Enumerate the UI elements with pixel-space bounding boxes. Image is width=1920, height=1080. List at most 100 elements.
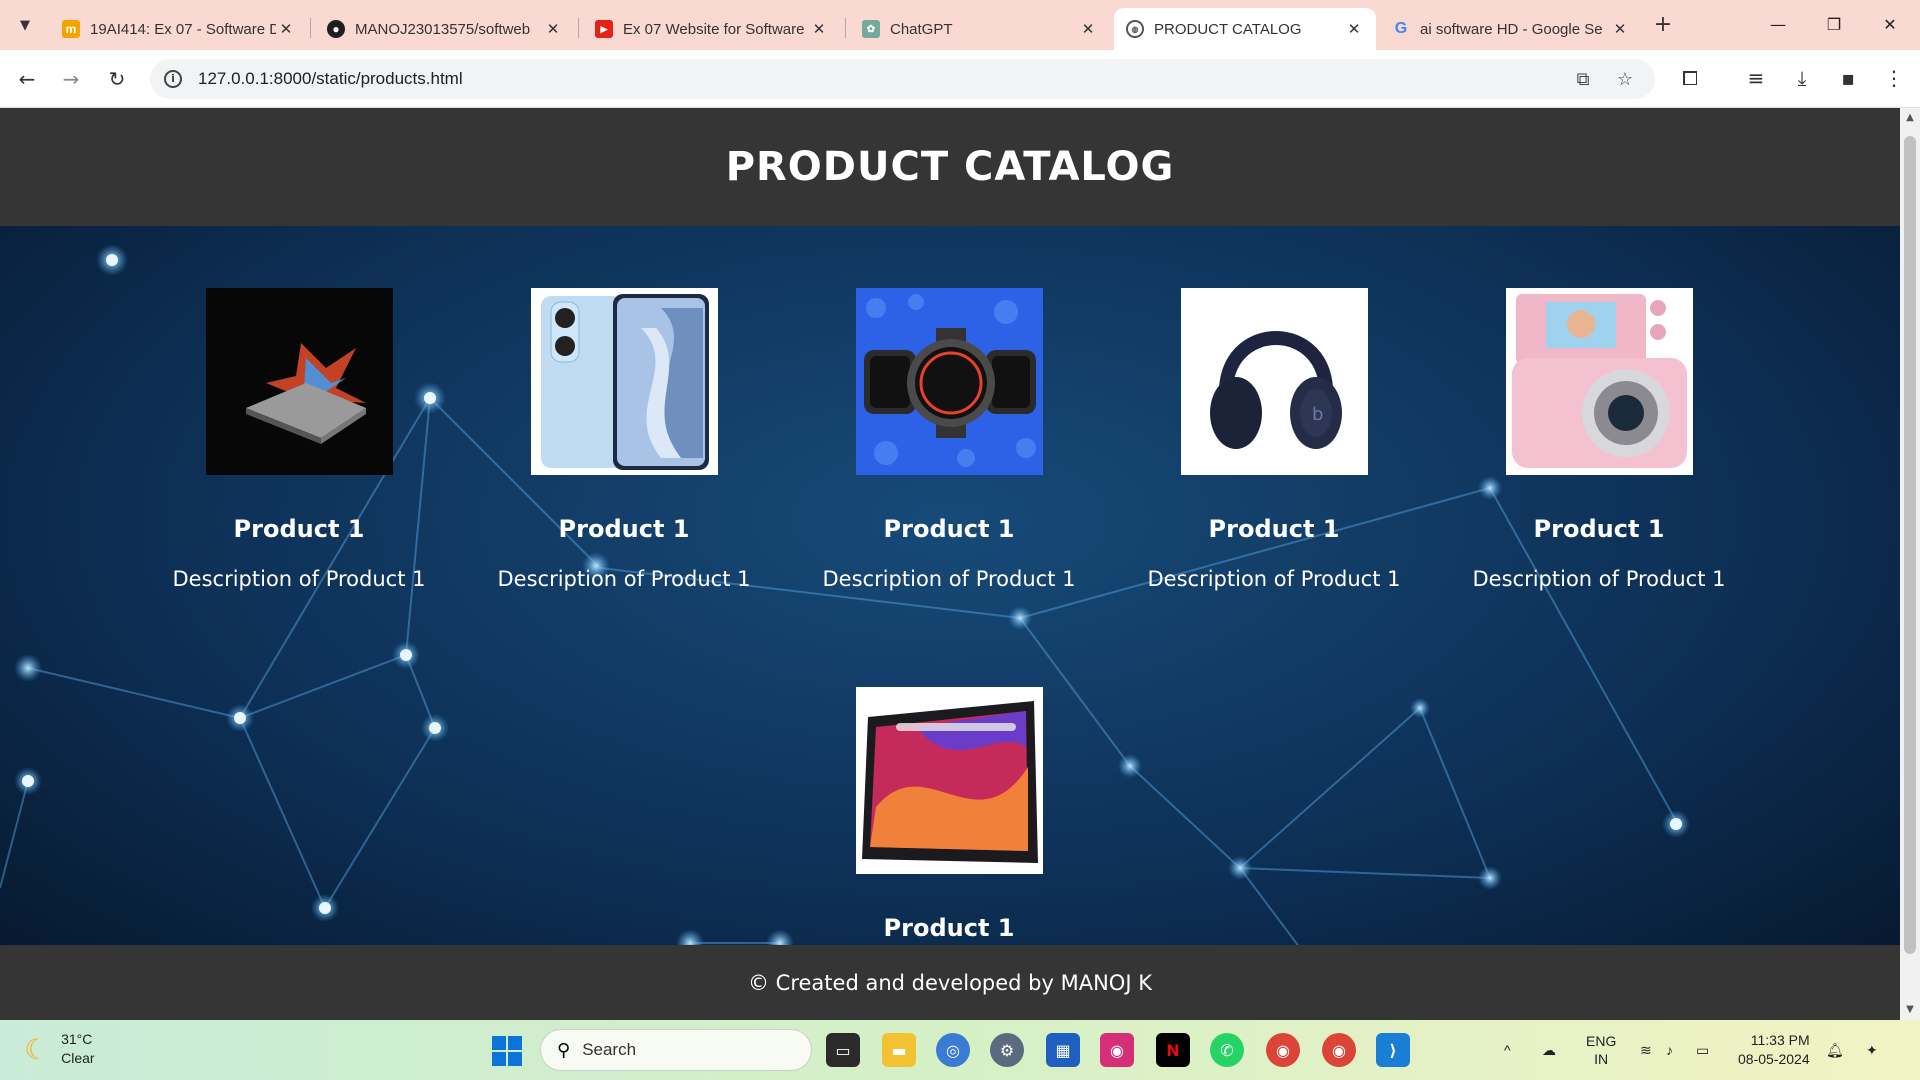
close-window-icon[interactable]: ✕ bbox=[1862, 0, 1918, 50]
product-image-laptop[interactable] bbox=[205, 288, 393, 475]
site-info-icon[interactable]: i bbox=[164, 70, 182, 88]
copilot-app-icon[interactable]: ◎ bbox=[936, 1033, 970, 1067]
tab-title: ChatGPT bbox=[890, 20, 953, 38]
close-tab-icon[interactable]: ✕ bbox=[276, 20, 296, 38]
product-card[interactable]: Product 1 bbox=[789, 687, 1109, 942]
forward-icon[interactable]: → bbox=[56, 64, 86, 94]
clock-time: 11:33 PM bbox=[1750, 1032, 1810, 1048]
weather-desc: Clear bbox=[61, 1050, 95, 1066]
page-viewport: PRODUCT CATALOG Product 1 Description of… bbox=[0, 108, 1900, 1020]
restore-icon[interactable]: ❐ bbox=[1806, 0, 1862, 50]
tab-product-catalog[interactable]: ◍ PRODUCT CATALOG ✕ bbox=[1114, 8, 1376, 50]
scroll-down-arrow-icon[interactable]: ▼ bbox=[1900, 1000, 1920, 1020]
tab-github[interactable]: ● MANOJ23013575/softweb ✕ bbox=[315, 8, 575, 50]
close-tab-icon[interactable]: ✕ bbox=[1344, 20, 1364, 38]
tab-youtube[interactable]: ▶ Ex 07 Website for Software ✕ bbox=[583, 8, 841, 50]
tab-divider bbox=[578, 18, 579, 38]
moon-icon: ☾ bbox=[24, 1032, 50, 1066]
product-name: Product 1 bbox=[233, 515, 365, 543]
language-indicator[interactable]: ENG IN bbox=[1586, 1020, 1616, 1080]
close-tab-icon[interactable]: ✕ bbox=[809, 20, 829, 38]
vscode-icon[interactable]: ⟩ bbox=[1376, 1033, 1410, 1067]
scrollbar-thumb[interactable] bbox=[1904, 136, 1916, 954]
profile-icon[interactable]: ▪ bbox=[1834, 64, 1862, 92]
new-tab-button[interactable]: + bbox=[1650, 12, 1676, 38]
scroll-up-arrow-icon[interactable]: ▲ bbox=[1900, 108, 1920, 128]
github-icon: ● bbox=[327, 20, 345, 38]
product-description: Description of Product 1 bbox=[497, 567, 751, 591]
tab-chatgpt[interactable]: ✿ ChatGPT ✕ bbox=[850, 8, 1110, 50]
notification-bell-icon[interactable]: 🔔︎ bbox=[1826, 1020, 1844, 1080]
address-bar[interactable]: i 127.0.0.1:8000/static/products.html ⧉ … bbox=[150, 59, 1655, 99]
url-text[interactable]: 127.0.0.1:8000/static/products.html bbox=[198, 69, 463, 89]
product-card[interactable]: Product 1 Description of Product 1 bbox=[139, 288, 459, 591]
bookmark-star-icon[interactable]: ☆ bbox=[1614, 69, 1636, 91]
tab-search-dropdown-icon[interactable]: ▼ bbox=[10, 10, 40, 40]
media-controls-icon[interactable]: ≡ bbox=[1742, 64, 1770, 92]
tab-divider bbox=[845, 18, 846, 38]
search-label: Search bbox=[582, 1040, 637, 1059]
product-description: Description of Product 1 bbox=[822, 567, 1076, 591]
tab-ex07-software[interactable]: m 19AI414: Ex 07 - Software D ✕ bbox=[50, 8, 308, 50]
product-name: Product 1 bbox=[1208, 515, 1340, 543]
weather-widget[interactable]: ☾ 31°C Clear bbox=[24, 1030, 95, 1068]
product-image-tablet[interactable] bbox=[855, 687, 1043, 874]
extensions-icon[interactable]: ⧠ bbox=[1676, 64, 1704, 92]
clock[interactable]: 11:33 PM 08-05-2024 bbox=[1738, 1020, 1810, 1080]
microsoft-store-icon[interactable]: ▦ bbox=[1046, 1033, 1080, 1067]
page-scrollbar[interactable]: ▲ ▼ bbox=[1900, 108, 1920, 1020]
moodle-icon: m bbox=[62, 20, 80, 38]
wifi-icon[interactable]: ≋ bbox=[1640, 1020, 1652, 1080]
menu-kebab-icon[interactable]: ⋮ bbox=[1880, 64, 1908, 92]
close-tab-icon[interactable]: ✕ bbox=[543, 20, 563, 38]
site-footer: © Created and developed by MANOJ K bbox=[0, 945, 1900, 1020]
task-view-icon[interactable]: ▭ bbox=[826, 1033, 860, 1067]
reload-icon[interactable]: ↻ bbox=[102, 64, 132, 94]
product-card[interactable]: Product 1 Description of Product 1 bbox=[464, 288, 784, 591]
tab-title: Ex 07 Website for Software bbox=[623, 20, 805, 38]
footer-credit: © Created and developed by MANOJ K bbox=[748, 970, 1152, 995]
back-icon[interactable]: ← bbox=[12, 64, 42, 94]
onedrive-cloud-icon[interactable]: ☁ bbox=[1542, 1020, 1556, 1080]
settings-gear-icon[interactable]: ⚙ bbox=[990, 1033, 1024, 1067]
whatsapp-icon[interactable]: ✆ bbox=[1210, 1033, 1244, 1067]
product-description: Description of Product 1 bbox=[172, 567, 426, 591]
chatgpt-icon: ✿ bbox=[862, 20, 880, 38]
product-card[interactable]: Product 1 Description of Product 1 bbox=[789, 288, 1109, 591]
clock-date: 08-05-2024 bbox=[1738, 1051, 1810, 1067]
tab-title: PRODUCT CATALOG bbox=[1154, 20, 1302, 38]
close-tab-icon[interactable]: ✕ bbox=[1078, 20, 1098, 38]
tab-divider bbox=[310, 18, 311, 38]
instagram-icon[interactable]: ◉ bbox=[1100, 1033, 1134, 1067]
product-image-camera[interactable] bbox=[1505, 288, 1693, 475]
globe-icon: ◍ bbox=[1126, 20, 1144, 38]
chrome-profile-icon[interactable]: ◉ bbox=[1322, 1033, 1356, 1067]
language-code: ENG bbox=[1586, 1033, 1617, 1049]
taskbar-search[interactable]: ⚲ Search bbox=[540, 1029, 812, 1071]
product-image-smartphone[interactable] bbox=[530, 288, 718, 475]
region-code: IN bbox=[1594, 1051, 1609, 1067]
windows-start-icon[interactable] bbox=[492, 1036, 522, 1066]
tab-title: MANOJ23013575/softweb bbox=[355, 20, 531, 38]
minimize-icon[interactable]: — bbox=[1750, 0, 1806, 50]
tab-google-search[interactable]: G ai software HD - Google Se ✕ bbox=[1380, 8, 1642, 50]
downloads-icon[interactable]: ⤓ bbox=[1788, 64, 1816, 92]
volume-icon[interactable]: ♪ bbox=[1666, 1020, 1673, 1080]
copilot-icon[interactable]: ✦ bbox=[1866, 1020, 1878, 1080]
browser-toolbar: ← → ↻ i 127.0.0.1:8000/static/products.h… bbox=[0, 50, 1920, 108]
show-hidden-icons-chevron-icon[interactable]: ^ bbox=[1504, 1020, 1511, 1080]
taskbar: ☾ 31°C Clear ⚲ Search ▭ ▬ ◎ ⚙ ▦ ◉ N ✆ ◉ … bbox=[0, 1020, 1920, 1080]
tab-strip: ▼ m 19AI414: Ex 07 - Software D ✕ ● MANO… bbox=[0, 0, 1920, 50]
close-tab-icon[interactable]: ✕ bbox=[1610, 20, 1630, 38]
product-image-smartwatches[interactable] bbox=[855, 288, 1043, 475]
product-card[interactable]: b Product 1 Description of Product 1 bbox=[1114, 288, 1434, 591]
product-card[interactable]: Product 1 Description of Product 1 bbox=[1439, 288, 1759, 591]
translate-icon[interactable]: ⧉ bbox=[1572, 69, 1594, 91]
search-icon: ⚲ bbox=[557, 1039, 571, 1061]
product-name: Product 1 bbox=[1533, 515, 1665, 543]
file-explorer-icon[interactable]: ▬ bbox=[882, 1033, 916, 1067]
chrome-icon[interactable]: ◉ bbox=[1266, 1033, 1300, 1067]
netflix-icon[interactable]: N bbox=[1156, 1033, 1190, 1067]
product-image-headphones[interactable]: b bbox=[1180, 288, 1368, 475]
battery-icon[interactable]: ▭ bbox=[1696, 1020, 1709, 1080]
